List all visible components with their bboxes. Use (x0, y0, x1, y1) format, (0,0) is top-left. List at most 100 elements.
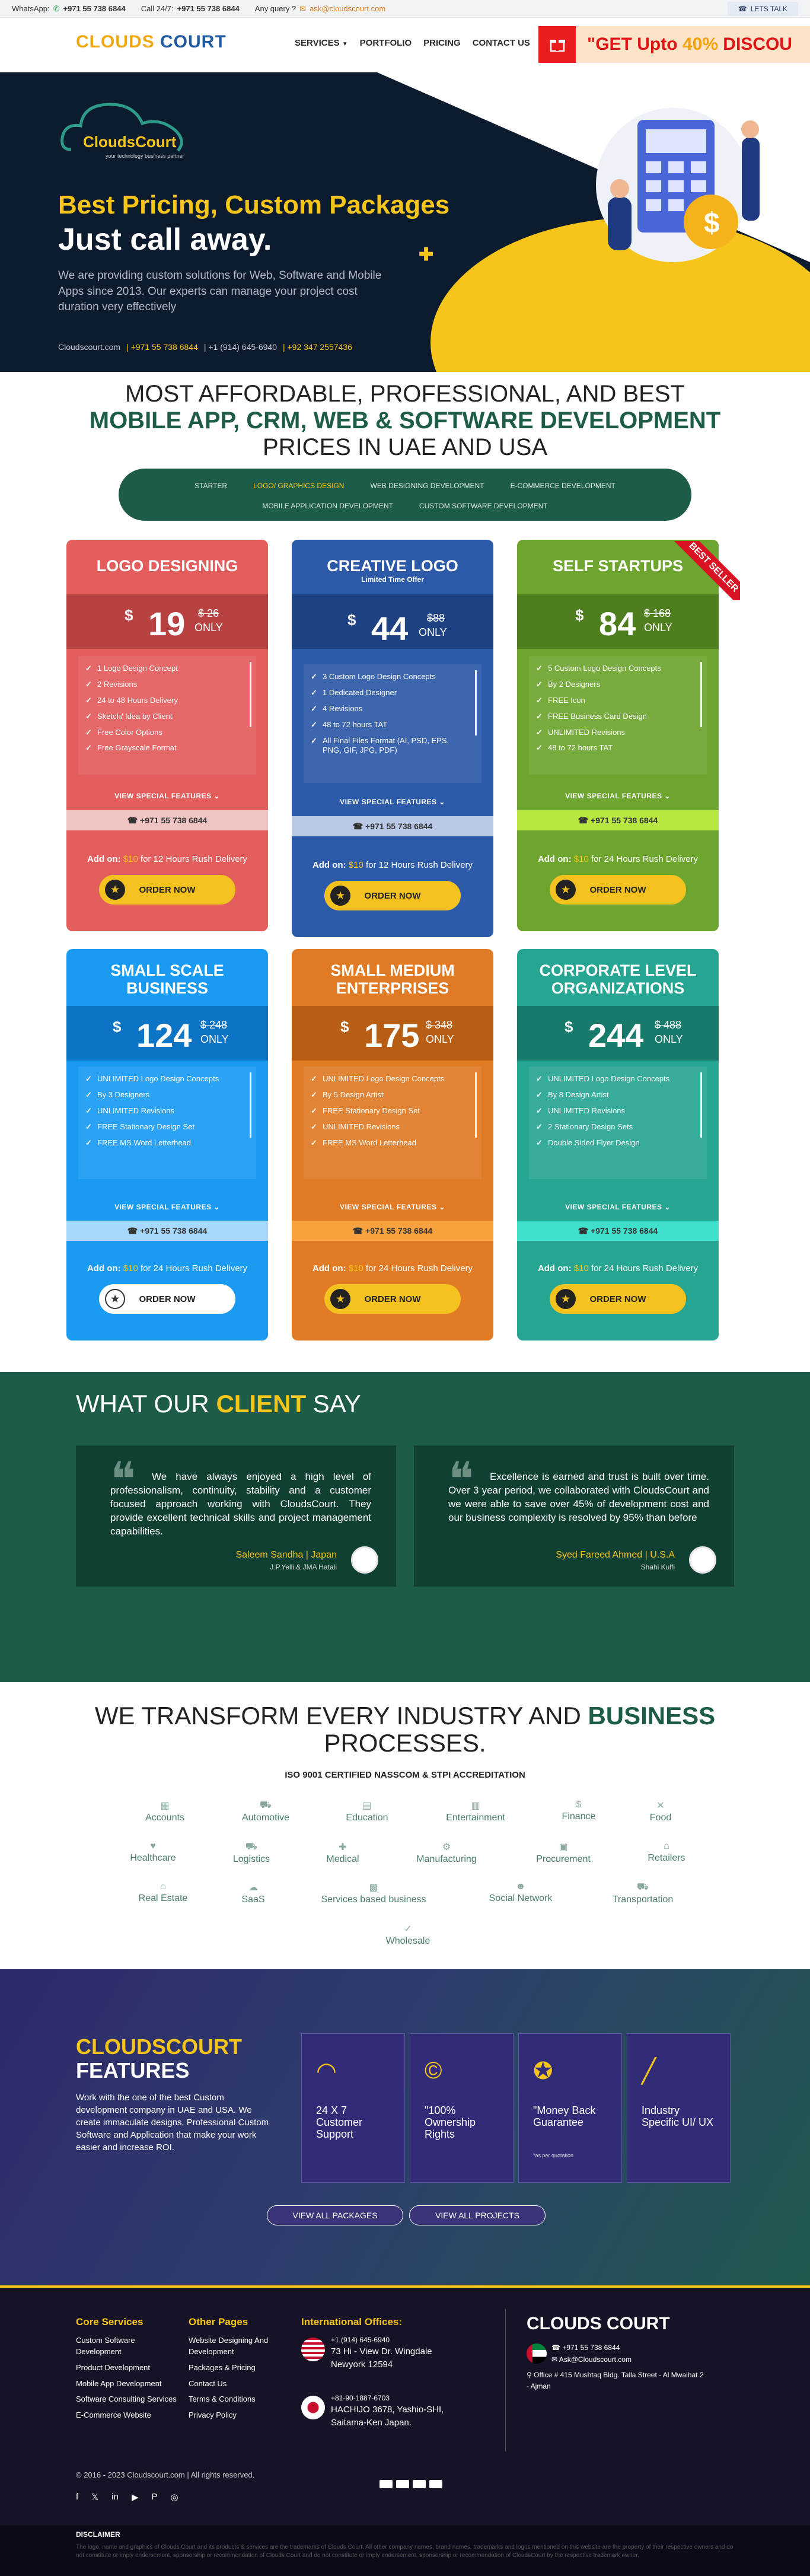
view-special-features[interactable]: VIEW SPECIAL FEATURES ⌄ (517, 1203, 719, 1211)
order-now-button[interactable]: ★ ORDER NOW (324, 881, 461, 910)
pinterest-icon[interactable]: P (152, 2492, 158, 2502)
footer-link[interactable]: Software Consulting Services (76, 2394, 177, 2405)
tab-ecommerce[interactable]: E-COMMERCE DEVELOPMENT (510, 482, 615, 490)
footer-link[interactable]: Website Designing And Development (189, 2335, 289, 2358)
order-now-button[interactable]: ★ ORDER NOW (99, 1284, 235, 1314)
features-scrollbar[interactable] (250, 1072, 251, 1138)
features-list[interactable]: 3 Custom Logo Design Concepts 1 Dedicate… (304, 664, 481, 783)
features-scrollbar[interactable] (475, 1072, 477, 1138)
features-list[interactable]: 1 Logo Design Concept 2 Revisions 24 to … (78, 656, 256, 775)
linkedin-icon[interactable]: in (111, 2492, 119, 2502)
industry-medical[interactable]: ✚ Medical (289, 1841, 396, 1865)
features-scrollbar[interactable] (700, 662, 702, 727)
card-phone[interactable]: ☎ +971 55 738 6844 (66, 810, 268, 830)
view-all-projects-button[interactable]: VIEW ALL PROJECTS (409, 2205, 546, 2225)
card-phone[interactable]: ☎ +971 55 738 6844 (517, 810, 719, 830)
industry-procurement[interactable]: ▣ Procurement (510, 1841, 617, 1865)
view-special-features[interactable]: VIEW SPECIAL FEATURES ⌄ (292, 1203, 493, 1211)
footer-link[interactable]: Product Development (76, 2362, 177, 2374)
uae-phone[interactable]: ☎ +971 55 738 6844 (551, 2343, 620, 2352)
tab-starter[interactable]: STARTER (194, 482, 227, 490)
nav-services[interactable]: SERVICES ▼ (295, 38, 348, 48)
addon-label: Add on: (87, 854, 121, 864)
hero-site[interactable]: Cloudscourt.com (58, 342, 120, 352)
youtube-icon[interactable]: ▶ (132, 2492, 139, 2502)
industry-manufacturing[interactable]: ⚙ Manufacturing (393, 1841, 500, 1865)
industry-logistics[interactable]: ⛟ Logistics (198, 1841, 305, 1865)
call-number[interactable]: +971 55 738 6844 (177, 4, 240, 13)
tab-mobile-app[interactable]: MOBILE APPLICATION DEVELOPMENT (262, 502, 393, 510)
nav-contact[interactable]: CONTACT US (473, 38, 530, 48)
industry-saas[interactable]: ☁ SaaS (200, 1881, 307, 1905)
footer-link[interactable]: Contact Us (189, 2378, 289, 2390)
order-label: ORDER NOW (139, 1294, 196, 1304)
whatsapp-number[interactable]: +971 55 738 6844 (63, 4, 126, 13)
features-scrollbar[interactable] (475, 670, 477, 735)
features-list[interactable]: 5 Custom Logo Design Concepts By 2 Desig… (529, 656, 707, 775)
industry-transportation[interactable]: ⛟ Transportation (589, 1881, 696, 1905)
features-scrollbar[interactable] (250, 662, 251, 727)
tab-web-design[interactable]: WEB DESIGNING DEVELOPMENT (370, 482, 484, 490)
card-phone[interactable]: ☎ +971 55 738 6844 (292, 816, 493, 836)
footer-link[interactable]: Terms & Conditions (189, 2394, 289, 2405)
order-now-button[interactable]: ★ ORDER NOW (550, 1284, 686, 1314)
jp-phone[interactable]: +81-90-1887-6703 (331, 2393, 467, 2403)
hero-phone-us[interactable]: | +1 (914) 645-6940 (204, 342, 277, 352)
feature-item: By 5 Design Artist (311, 1087, 467, 1103)
instagram-icon[interactable]: ◎ (171, 2492, 178, 2502)
card-phone[interactable]: ☎ +971 55 738 6844 (517, 1221, 719, 1241)
feature-item: UNLIMITED Revisions (536, 725, 693, 741)
order-now-button[interactable]: ★ ORDER NOW (324, 1284, 461, 1314)
twitter-icon[interactable]: 𝕏 (91, 2492, 98, 2502)
footer-link[interactable]: Custom Software Development (76, 2335, 177, 2358)
tab-custom-software[interactable]: CUSTOM SOFTWARE DEVELOPMENT (419, 502, 548, 510)
view-all-packages-button[interactable]: VIEW ALL PACKAGES (267, 2205, 403, 2225)
features-list[interactable]: UNLIMITED Logo Design Concepts By 3 Desi… (78, 1066, 256, 1179)
tab-logo-design[interactable]: LOGO/ GRAPHICS DESIGN (253, 482, 344, 490)
whatsapp-contact[interactable]: WhatsApp: ✆ +971 55 738 6844 (12, 4, 126, 14)
hero-phone-uae[interactable]: | +971 55 738 6844 (126, 342, 198, 352)
features-list[interactable]: UNLIMITED Logo Design Concepts By 8 Desi… (529, 1066, 707, 1179)
view-special-features[interactable]: VIEW SPECIAL FEATURES ⌄ (66, 1203, 268, 1211)
footer-link[interactable]: Privacy Policy (189, 2410, 289, 2421)
features-scrollbar[interactable] (700, 1072, 702, 1138)
email-contact[interactable]: Any query ? ✉ ask@cloudscourt.com (255, 4, 385, 14)
hero-phone-pk[interactable]: | +92 347 2557436 (283, 342, 352, 352)
features-list[interactable]: UNLIMITED Logo Design Concepts By 5 Desi… (304, 1066, 481, 1179)
us-phone[interactable]: +1 (914) 645-6940 (331, 2335, 467, 2345)
email-link[interactable]: ask@cloudscourt.com (310, 4, 385, 13)
industry-healthcare[interactable]: ♥ Healthcare (100, 1841, 206, 1864)
feature-item: UNLIMITED Logo Design Concepts (311, 1071, 467, 1087)
gift-icon (538, 26, 576, 63)
industry-retailers[interactable]: ⌂ Retailers (613, 1841, 720, 1864)
discount-promo[interactable]: "GET Upto 40% DISCOU (538, 26, 810, 63)
industry-automotive[interactable]: ⛟ Automotive (212, 1800, 319, 1823)
industry-accounts[interactable]: ▦ Accounts (111, 1800, 218, 1823)
industry-social-network[interactable]: ☻ Social Network (467, 1881, 574, 1904)
call-contact[interactable]: Call 24/7: +971 55 738 6844 (141, 4, 240, 13)
order-now-button[interactable]: ★ ORDER NOW (550, 875, 686, 905)
footer-link[interactable]: E-Commerce Website (76, 2410, 177, 2421)
nav-portfolio[interactable]: PORTFOLIO (360, 38, 412, 48)
footer-link[interactable]: Mobile App Development (76, 2378, 177, 2390)
industry-education[interactable]: ▤ Education (314, 1800, 420, 1823)
view-special-features[interactable]: VIEW SPECIAL FEATURES ⌄ (292, 798, 493, 806)
footer-link[interactable]: Packages & Pricing (189, 2362, 289, 2374)
japan-flag-icon (301, 2396, 325, 2419)
view-special-features[interactable]: VIEW SPECIAL FEATURES ⌄ (66, 792, 268, 800)
site-logo[interactable]: CLOUDS COURT (76, 32, 227, 52)
copyright-icon: © (425, 2058, 442, 2084)
industry-wholesale[interactable]: ✓ Wholesale (355, 1923, 461, 1947)
lets-talk-button[interactable]: ☎ LETS TALK (727, 2, 798, 16)
nav-pricing[interactable]: PRICING (423, 38, 461, 48)
card-phone[interactable]: ☎ +971 55 738 6844 (292, 1221, 493, 1241)
industry-entertainment[interactable]: ▥ Entertainment (422, 1800, 529, 1823)
view-special-features[interactable]: VIEW SPECIAL FEATURES ⌄ (517, 792, 719, 800)
addon-label: Add on: (537, 854, 572, 864)
uae-mail[interactable]: ✉ Ask@Cloudscourt.com (551, 2355, 632, 2364)
industry-services[interactable]: ▩ Services based business (302, 1881, 445, 1905)
facebook-icon[interactable]: f (76, 2492, 78, 2502)
industry-food[interactable]: ✕ Food (607, 1800, 714, 1823)
card-phone[interactable]: ☎ +971 55 738 6844 (66, 1221, 268, 1241)
order-now-button[interactable]: ★ ORDER NOW (99, 875, 235, 905)
